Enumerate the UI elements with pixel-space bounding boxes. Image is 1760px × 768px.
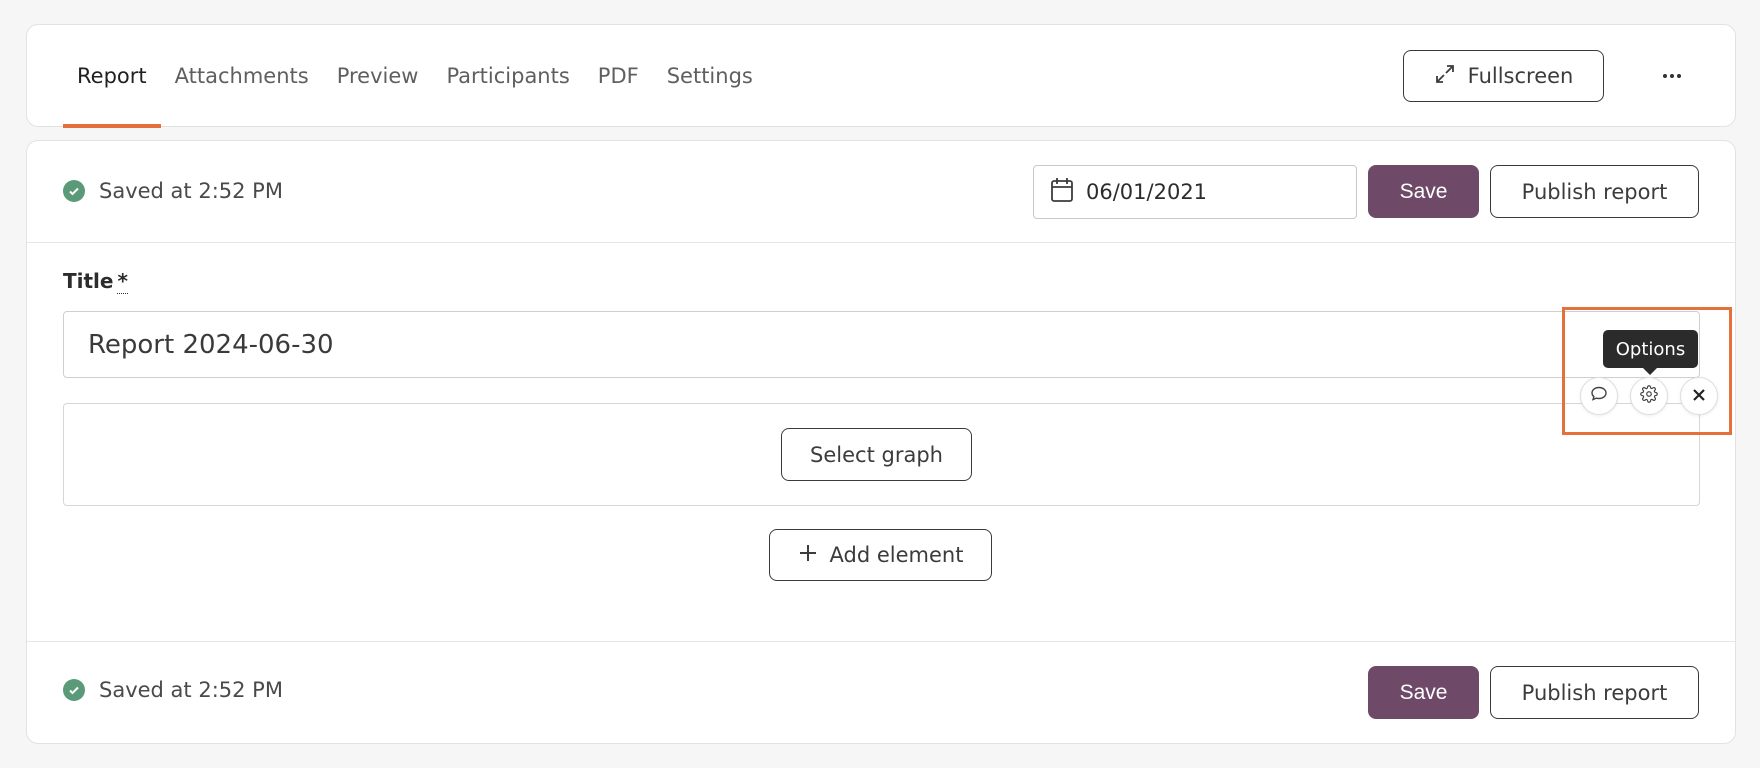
fullscreen-button[interactable]: Fullscreen [1403,50,1604,102]
add-element-label: Add element [829,543,964,567]
tab-preview[interactable]: Preview [323,25,433,127]
report-editor: Saved at 2:52 PM 06/01/2021 Save Publish… [26,140,1736,744]
more-options-icon[interactable] [1657,63,1687,89]
save-button[interactable]: Save [1368,165,1479,218]
divider [27,641,1735,642]
remove-element-button[interactable] [1680,377,1718,415]
tab-bar: Report Attachments Preview Participants … [26,24,1736,128]
tab-settings[interactable]: Settings [653,25,767,127]
tab-participants[interactable]: Participants [432,25,583,127]
fullscreen-label: Fullscreen [1467,64,1574,88]
options-tooltip: Options [1603,330,1698,375]
required-marker: * [117,269,128,294]
plus-icon [798,543,818,568]
date-value: 06/01/2021 [1086,180,1208,204]
add-element-button[interactable]: Add element [769,529,992,581]
publish-report-button[interactable]: Publish report [1490,165,1699,218]
tab-pdf[interactable]: PDF [584,25,653,127]
gear-icon [1640,385,1658,407]
divider [27,242,1735,243]
tab-report[interactable]: Report [63,25,161,128]
date-input[interactable]: 06/01/2021 [1033,165,1357,219]
save-status: Saved at 2:52 PM [63,179,283,203]
check-circle-icon [63,180,85,202]
save-status-text: Saved at 2:52 PM [99,678,283,702]
comment-icon [1590,385,1608,407]
tab-attachments[interactable]: Attachments [161,25,323,127]
select-graph-button[interactable]: Select graph [781,428,972,481]
save-button-footer[interactable]: Save [1368,666,1479,719]
close-icon [1692,387,1706,406]
calendar-icon [1050,177,1074,208]
title-label-text: Title [63,269,114,293]
check-circle-icon [63,679,85,701]
comment-button[interactable] [1580,377,1618,415]
title-input[interactable]: Report 2024-06-30 [63,311,1700,378]
save-status-footer: Saved at 2:52 PM [63,678,283,702]
expand-icon [1434,63,1456,90]
publish-report-button-footer[interactable]: Publish report [1490,666,1699,719]
save-status-text: Saved at 2:52 PM [99,179,283,203]
options-button[interactable] [1630,377,1668,415]
title-label: Title * [63,269,128,294]
graph-element: Select graph [63,403,1700,506]
tab-list: Report Attachments Preview Participants … [63,25,767,128]
